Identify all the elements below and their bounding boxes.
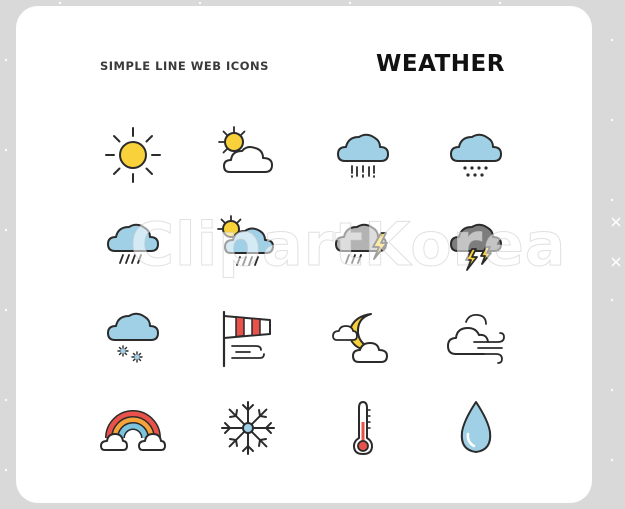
thermometer-icon <box>331 396 395 460</box>
moon-cloud-icon <box>331 306 395 370</box>
page-title: WEATHER <box>376 51 505 77</box>
rainbow-icon <box>100 396 166 460</box>
water-drop-icon <box>444 396 508 460</box>
subtitle: SIMPLE LINE WEB ICONS <box>100 59 269 73</box>
rain-cloud-icon <box>331 123 395 187</box>
thunderstorm-icon <box>331 213 395 277</box>
drizzle-cloud-icon <box>101 213 165 277</box>
snowflake-icon <box>216 396 280 460</box>
sun-behind-cloud-icon <box>216 123 280 187</box>
sun-cloud-rain-icon <box>216 213 280 277</box>
windy-cloud-icon <box>444 306 508 370</box>
snowflakes-cloud-icon <box>101 306 165 370</box>
sun-icon <box>101 123 165 187</box>
snow-cloud-icon <box>444 123 508 187</box>
icon-card: SIMPLE LINE WEB ICONS WEATHER ClipartKor… <box>16 6 592 503</box>
heavy-thunderstorm-icon <box>444 213 508 277</box>
windsock-icon <box>216 306 280 370</box>
